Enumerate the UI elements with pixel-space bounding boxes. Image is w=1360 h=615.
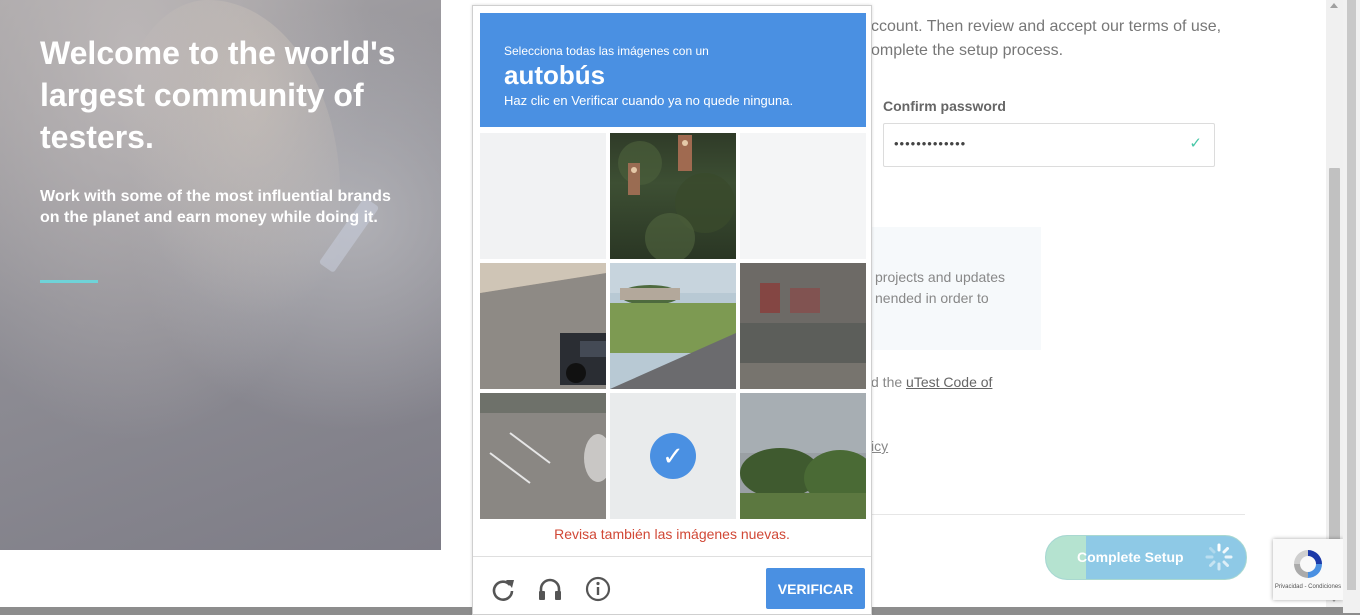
- loading-spinner-icon: [1205, 543, 1233, 571]
- agree-text: d the uTest Code of: [871, 374, 992, 390]
- captcha-instruction-top: Selecciona todas las imágenes con un: [504, 44, 709, 58]
- info-icon[interactable]: [585, 576, 611, 602]
- setup-intro-text: ccount. Then review and accept our terms…: [871, 18, 1222, 59]
- confirm-password-field[interactable]: ••••••••••••• ✓: [883, 123, 1215, 167]
- reload-icon[interactable]: [490, 576, 516, 602]
- tile-image-road-field: [610, 263, 736, 389]
- form-divider: [871, 514, 1245, 515]
- captcha-tile-8[interactable]: ✓: [610, 393, 736, 519]
- agree-prefix: d the: [871, 374, 907, 390]
- captcha-tile-7[interactable]: [480, 393, 606, 519]
- valid-check-icon: ✓: [1189, 135, 1202, 152]
- tile-fade-overlay: [740, 133, 866, 259]
- recaptcha-badge[interactable]: Privacidad - Condiciones: [1273, 539, 1343, 600]
- captcha-tile-5[interactable]: [610, 263, 736, 389]
- notification-info-box: [871, 227, 1041, 350]
- tile-image-traffic-lights: [618, 135, 735, 259]
- hero-panel: Welcome to the world's largest community…: [0, 0, 441, 550]
- confirm-password-value: •••••••••••••: [894, 136, 967, 151]
- captcha-footer-divider: [473, 556, 871, 557]
- privacy-policy-link[interactable]: icy: [871, 438, 888, 454]
- captcha-tile-9[interactable]: [740, 393, 866, 519]
- recaptcha-logo-icon: [1294, 550, 1322, 578]
- captcha-challenge-dialog: Selecciona todas las imágenes con un aut…: [472, 5, 872, 615]
- tile-image-trees: [740, 393, 866, 519]
- info-text-line1: projects and updates: [875, 269, 1005, 285]
- complete-setup-label: Complete Setup: [1077, 549, 1184, 565]
- captcha-tile-6[interactable]: [740, 263, 866, 389]
- verify-button[interactable]: VERIFICAR: [766, 568, 865, 609]
- audio-icon[interactable]: [537, 576, 563, 602]
- scroll-up-arrow-icon[interactable]: [1330, 3, 1338, 8]
- tile-image-building-sign: [740, 263, 866, 389]
- page-scrollbar[interactable]: [1326, 0, 1343, 607]
- tile-image-parking-lot: [480, 393, 606, 519]
- window-scrollbar[interactable]: [1343, 0, 1360, 613]
- captcha-tile-grid: ✓: [480, 133, 866, 519]
- captcha-instructions: Selecciona todas las imágenes con un aut…: [480, 13, 866, 127]
- hero-subtitle: Work with some of the most influential b…: [40, 188, 391, 226]
- hero-title: Welcome to the world's largest community…: [40, 35, 396, 155]
- captcha-warning-text: Revisa también las imágenes nuevas.: [554, 526, 790, 542]
- captcha-tile-4[interactable]: [480, 263, 606, 389]
- confirm-password-label: Confirm password: [883, 98, 1006, 114]
- captcha-instruction-bottom: Haz clic en Verificar cuando ya no quede…: [504, 93, 794, 108]
- captcha-tile-2[interactable]: [610, 133, 736, 259]
- scroll-thumb[interactable]: [1329, 168, 1340, 588]
- recaptcha-terms-text[interactable]: Privacidad - Condiciones: [1273, 584, 1343, 590]
- code-of-conduct-link[interactable]: uTest Code of: [906, 374, 992, 390]
- info-text-line2: nended in order to: [875, 290, 989, 306]
- complete-setup-button[interactable]: Complete Setup: [1045, 535, 1247, 580]
- tile-image-street-car: [480, 263, 606, 389]
- window-scroll-thumb[interactable]: [1347, 0, 1356, 590]
- captcha-target-word: autobús: [504, 60, 606, 90]
- tile-selected-check-icon: ✓: [650, 433, 696, 479]
- hero-accent-rule: [40, 280, 98, 283]
- captcha-tile-3[interactable]: [740, 133, 866, 259]
- captcha-tile-1[interactable]: [480, 133, 606, 259]
